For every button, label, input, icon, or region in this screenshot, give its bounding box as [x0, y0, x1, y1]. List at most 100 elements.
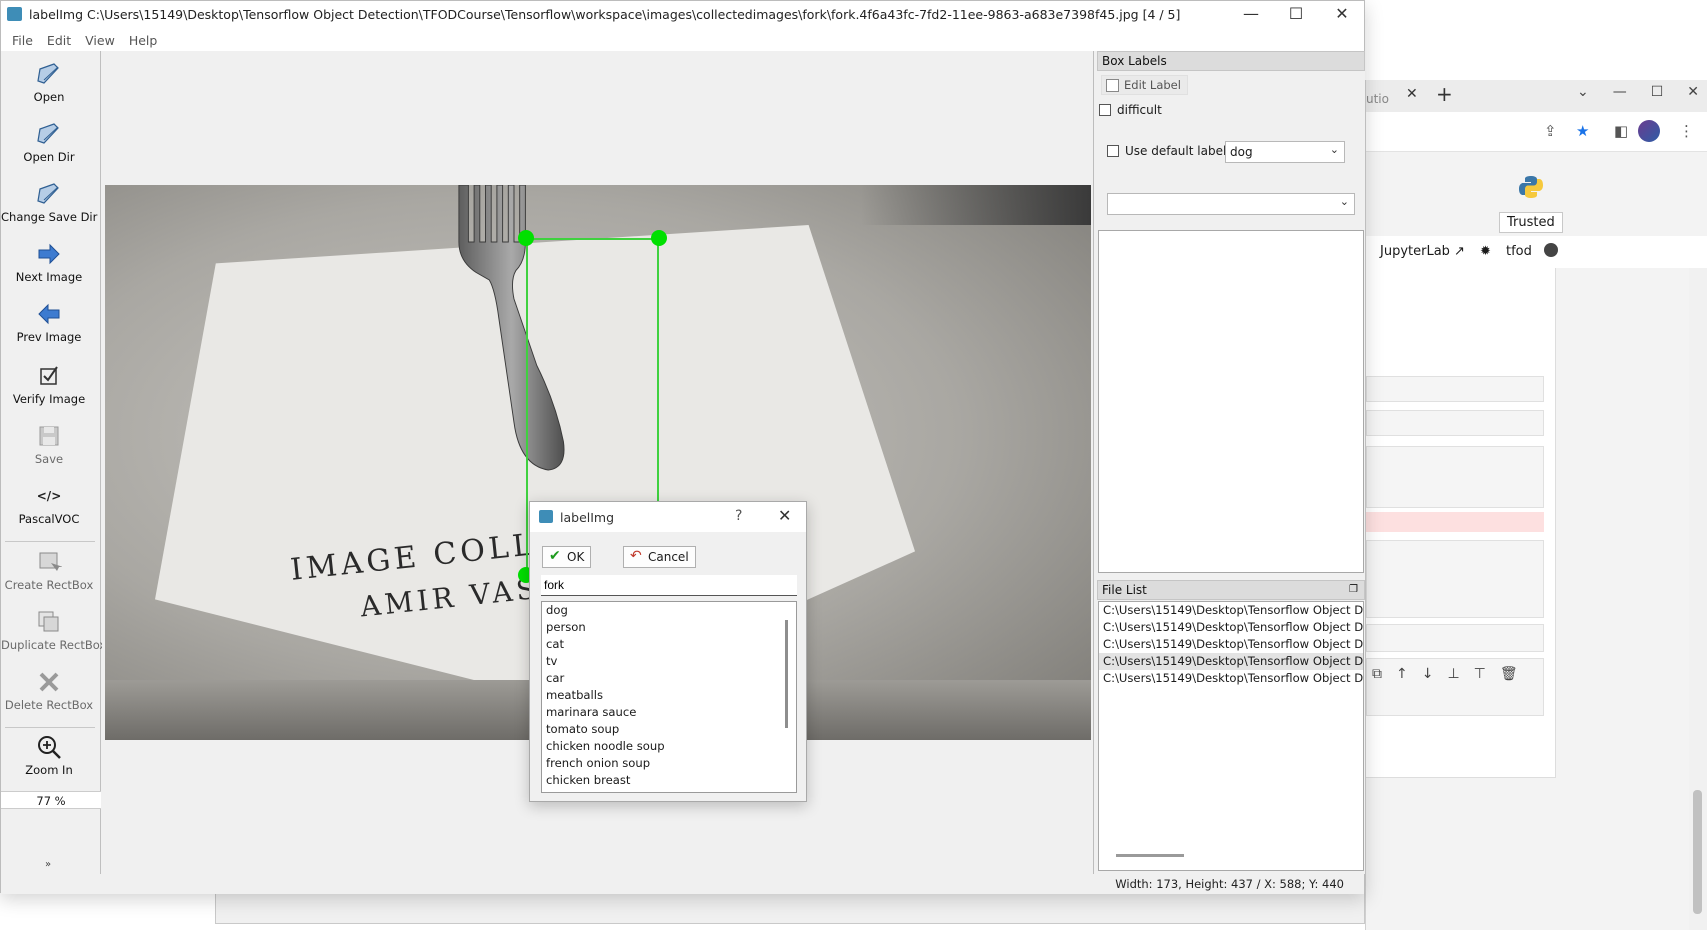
- zoom-value-field[interactable]: 77 %: [1, 791, 101, 809]
- arrow-left-icon: [1, 301, 97, 327]
- notebook-cell[interactable]: [1366, 540, 1544, 618]
- insert-above-icon[interactable]: ⊥: [1447, 666, 1459, 682]
- close-icon[interactable]: ✕: [1332, 4, 1352, 23]
- list-item[interactable]: chicken breast: [542, 772, 796, 789]
- check-icon: ✔: [549, 548, 561, 564]
- maximize-icon[interactable]: ☐: [1286, 4, 1306, 23]
- maximize-icon[interactable]: ☐: [1651, 84, 1664, 100]
- trusted-badge[interactable]: Trusted: [1499, 212, 1563, 233]
- page-scrollbar[interactable]: [1689, 268, 1707, 930]
- list-item[interactable]: car: [542, 670, 796, 687]
- menu-file[interactable]: File: [5, 29, 40, 51]
- bbox-handle[interactable]: [651, 230, 667, 246]
- open-dir-button[interactable]: Open Dir: [1, 121, 97, 164]
- delete-rectbox-button[interactable]: Delete RectBox: [1, 669, 97, 712]
- menu-view[interactable]: View: [78, 29, 122, 51]
- list-item[interactable]: dog: [542, 602, 796, 619]
- file-list-item-selected[interactable]: C:\Users\15149\Desktop\Tensorflow Object…: [1099, 653, 1363, 670]
- save-button[interactable]: Save: [1, 423, 97, 466]
- next-image-button[interactable]: Next Image: [1, 241, 97, 284]
- checkbox-box[interactable]: [1099, 104, 1111, 116]
- move-down-icon[interactable]: ↓: [1422, 666, 1434, 682]
- insert-below-icon[interactable]: ⊤: [1474, 666, 1486, 682]
- list-item[interactable]: meatballs: [542, 687, 796, 704]
- undo-icon: ↶: [630, 548, 642, 564]
- debug-icon[interactable]: ✹: [1480, 244, 1491, 259]
- menu-edit[interactable]: Edit: [40, 29, 78, 51]
- scrollbar-thumb[interactable]: [1693, 790, 1702, 914]
- close-icon[interactable]: ✕: [1687, 84, 1699, 100]
- change-save-dir-button[interactable]: Change Save Dir: [1, 181, 97, 224]
- notebook-cell[interactable]: [1366, 446, 1544, 508]
- bbox-handle[interactable]: [518, 230, 534, 246]
- label-list[interactable]: [1098, 230, 1364, 573]
- float-dock-icon[interactable]: ❐: [1349, 584, 1358, 595]
- file-list-item[interactable]: C:\Users\15149\Desktop\Tensorflow Object…: [1099, 670, 1363, 687]
- notebook-cell-error[interactable]: [1366, 512, 1544, 532]
- file-list-item[interactable]: C:\Users\15149\Desktop\Tensorflow Object…: [1099, 636, 1363, 653]
- zoom-in-button[interactable]: Zoom In: [1, 734, 97, 777]
- label-input[interactable]: [541, 575, 797, 596]
- profile-avatar[interactable]: [1638, 120, 1660, 142]
- delete-icon[interactable]: 🗑: [1500, 666, 1518, 682]
- close-tab-icon[interactable]: ✕: [1406, 86, 1418, 102]
- format-button[interactable]: </> PascalVOC: [1, 483, 97, 526]
- list-item[interactable]: chicken noodle soup: [542, 738, 796, 755]
- prev-image-button[interactable]: Prev Image: [1, 301, 97, 344]
- duplicate-rectbox-button[interactable]: Duplicate RectBox: [1, 609, 106, 652]
- difficult-checkbox[interactable]: difficult: [1099, 103, 1162, 117]
- notebook-cell[interactable]: [1366, 376, 1544, 402]
- list-item[interactable]: cat: [542, 636, 796, 653]
- use-default-label-checkbox[interactable]: Use default label: [1107, 144, 1226, 158]
- chevron-down-icon: ⌄: [1339, 195, 1349, 208]
- help-icon[interactable]: ?: [735, 508, 742, 524]
- vertical-scrollbar[interactable]: [785, 620, 788, 728]
- list-item[interactable]: tv: [542, 653, 796, 670]
- file-list-item[interactable]: C:\Users\15149\Desktop\Tensorflow Object…: [1099, 619, 1363, 636]
- close-icon[interactable]: ✕: [778, 506, 791, 525]
- copy-icon[interactable]: ⧉: [1372, 666, 1382, 682]
- jupyterlab-link[interactable]: JupyterLab: [1380, 244, 1450, 259]
- label-filter-combo[interactable]: ⌄: [1107, 193, 1355, 215]
- star-icon[interactable]: ★: [1576, 122, 1589, 140]
- move-up-icon[interactable]: ↑: [1396, 666, 1408, 682]
- more-menu-icon[interactable]: ⋮: [1679, 122, 1694, 140]
- folder-icon: [1, 121, 97, 147]
- minimize-icon[interactable]: —: [1613, 84, 1627, 100]
- notebook-cell[interactable]: [1366, 624, 1544, 652]
- verify-image-button[interactable]: Verify Image: [1, 363, 97, 406]
- toolbar-overflow-icon[interactable]: »: [45, 859, 51, 870]
- kernel-status-icon: [1544, 243, 1558, 257]
- minimize-icon[interactable]: —: [1241, 4, 1261, 23]
- browser-toolbar: ⇪ ★ ◧ ⋮: [1366, 112, 1707, 152]
- new-tab-icon[interactable]: +: [1436, 82, 1453, 106]
- list-item[interactable]: marinara sauce: [542, 704, 796, 721]
- horizontal-scrollbar[interactable]: [1116, 854, 1184, 857]
- list-item[interactable]: tomato soup: [542, 721, 796, 738]
- window-titlebar: labelImg C:\Users\15149\Desktop\Tensorfl…: [1, 1, 1364, 29]
- sidepanel-icon[interactable]: ◧: [1614, 122, 1628, 140]
- external-link-icon[interactable]: ↗: [1454, 244, 1465, 259]
- dialog-titlebar: labelImg ? ✕: [530, 502, 806, 532]
- photo-shadow: [861, 185, 1091, 225]
- delete-x-icon: [1, 669, 97, 695]
- kernel-name[interactable]: tfod: [1506, 244, 1532, 259]
- label-choice-list[interactable]: dog person cat tv car meatballs marinara…: [541, 601, 797, 793]
- share-icon[interactable]: ⇪: [1544, 122, 1557, 140]
- create-rectbox-button[interactable]: Create RectBox: [1, 549, 97, 592]
- edit-label-button[interactable]: Edit Label: [1101, 75, 1188, 95]
- notebook-cell[interactable]: [1366, 410, 1544, 436]
- menu-help[interactable]: Help: [122, 29, 165, 51]
- default-label-combo[interactable]: dog ⌄: [1225, 141, 1345, 163]
- checkbox-box[interactable]: [1107, 145, 1119, 157]
- ok-button[interactable]: ✔ OK: [542, 546, 592, 568]
- list-item[interactable]: french onion soup: [542, 755, 796, 772]
- open-button[interactable]: Open: [1, 61, 97, 104]
- list-item[interactable]: person: [542, 619, 796, 636]
- file-list-item[interactable]: C:\Users\15149\Desktop\Tensorflow Object…: [1099, 602, 1363, 619]
- cancel-button[interactable]: ↶ Cancel: [623, 546, 696, 568]
- duplicate-icon: [1, 609, 97, 635]
- chevron-down-icon[interactable]: ⌄: [1577, 84, 1589, 100]
- edit-icon: [1106, 79, 1119, 92]
- file-list[interactable]: C:\Users\15149\Desktop\Tensorflow Object…: [1098, 601, 1364, 871]
